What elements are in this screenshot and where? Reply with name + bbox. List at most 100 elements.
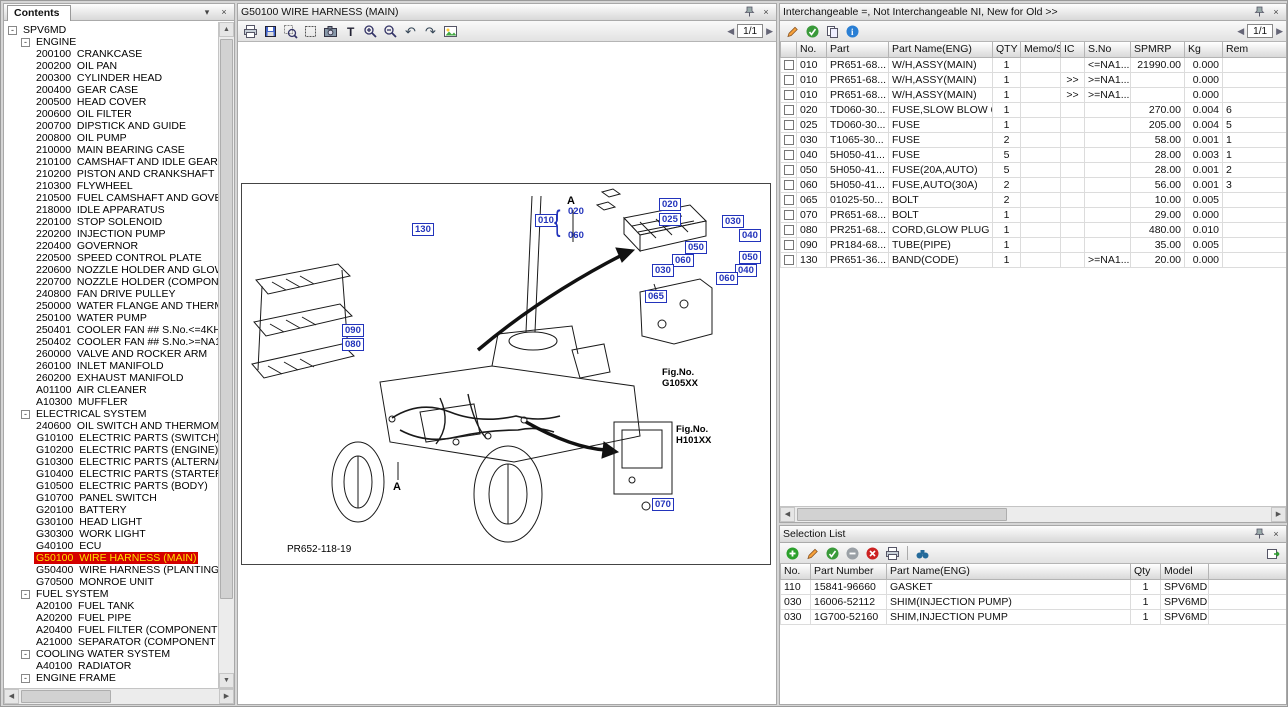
redo-button[interactable]: ↷ [421,22,440,40]
column-header[interactable]: No. [797,42,827,57]
tree-item[interactable]: G30300 WORK LIGHT [4,528,218,540]
scroll-up-button[interactable]: ▲ [219,22,234,37]
row-checkbox[interactable] [784,120,794,130]
parts-table-row[interactable]: 020TD060-30...FUSE,SLOW BLOW 60A1270.000… [781,102,1287,117]
tree-item[interactable]: 210500 FUEL CAMSHAFT AND GOVERNO [4,192,218,204]
callout-065[interactable]: 065 [645,290,667,303]
row-checkbox[interactable] [784,90,794,100]
tree-item[interactable]: 210100 CAMSHAFT AND IDLE GEAR SHA [4,156,218,168]
tree-item[interactable]: A01100 AIR CLEANER [4,384,218,396]
callout-060[interactable]: 060 [716,272,738,285]
column-header[interactable]: SPMRP [1131,42,1185,57]
callout-060[interactable]: 060 [672,254,694,267]
callout-070[interactable]: 070 [652,498,674,511]
tree-node[interactable]: -ENGINE [4,36,218,48]
tree-node[interactable]: -COOLING WATER SYSTEM [4,648,218,660]
column-header[interactable]: Kg [1185,42,1223,57]
tree-item[interactable]: A20200 FUEL PIPE [4,612,218,624]
copy-button[interactable] [823,22,842,40]
scroll-left-button[interactable]: ◀ [4,689,19,704]
tree-item[interactable]: 200300 CYLINDER HEAD [4,72,218,84]
tree-node[interactable]: -ELECTRICAL SYSTEM [4,408,218,420]
column-header[interactable]: Qty [1131,564,1161,579]
row-checkbox[interactable] [784,210,794,220]
scroll-left-button[interactable]: ◀ [780,507,795,522]
collapse-icon[interactable]: - [21,410,30,419]
callout-025[interactable]: 025 [659,213,681,226]
row-checkbox[interactable] [784,60,794,70]
callout-020[interactable]: 020 [659,198,681,211]
scroll-thumb[interactable] [797,508,1007,521]
tree-item[interactable]: 200600 OIL FILTER [4,108,218,120]
tree-item[interactable]: 200700 DIPSTICK AND GUIDE [4,120,218,132]
tree-node[interactable]: -ENGINE FRAME [4,672,218,684]
callout-030[interactable]: 030 [722,215,744,228]
tree-item[interactable]: G40100 ECU [4,540,218,552]
parts-table-row[interactable]: 070PR651-68...BOLT129.000.000 [781,207,1287,222]
chevron-down-icon[interactable]: ▾ [200,6,214,19]
find-button[interactable] [913,544,932,562]
next-page-button[interactable]: ▶ [1276,24,1283,38]
row-checkbox[interactable] [784,135,794,145]
parts-table-row[interactable]: 0605H050-41...FUSE,AUTO(30A)256.000.0013 [781,177,1287,192]
callout-040[interactable]: 040 [739,229,761,242]
export-button[interactable] [1264,544,1283,562]
text-button[interactable]: T [341,22,360,40]
pin-icon[interactable] [1252,528,1266,541]
tree-item[interactable]: G10400 ELECTRIC PARTS (STARTER CO [4,468,218,480]
print-button[interactable] [883,544,902,562]
scroll-track[interactable] [19,689,219,704]
contents-tab[interactable]: Contents [7,5,71,21]
pin-icon[interactable] [742,6,756,19]
apply-button[interactable] [803,22,822,40]
tree-item[interactable]: 240600 OIL SWITCH AND THERMOMETE [4,420,218,432]
prev-page-button[interactable]: ◀ [1237,24,1244,38]
tree-item[interactable]: 220600 NOZZLE HOLDER AND GLOW PL [4,264,218,276]
column-header[interactable]: Rem [1223,42,1287,57]
close-icon[interactable]: × [1269,528,1283,541]
select-button[interactable] [301,22,320,40]
column-header[interactable]: S.No [1085,42,1131,57]
column-header[interactable]: Part Name(ENG) [889,42,993,57]
tree-item[interactable]: 200200 OIL PAN [4,60,218,72]
tree-item[interactable]: A40100 RADIATOR [4,660,218,672]
tree-item[interactable]: 200800 OIL PUMP [4,132,218,144]
image-button[interactable] [441,22,460,40]
callout-080[interactable]: 080 [342,338,364,351]
scroll-thumb[interactable] [21,690,111,703]
column-header[interactable]: Part [827,42,889,57]
column-header[interactable]: Part Name(ENG) [887,564,1131,579]
tree-item[interactable]: 250100 WATER PUMP [4,312,218,324]
scroll-thumb[interactable] [220,39,233,599]
next-page-button[interactable]: ▶ [766,24,773,38]
tree-item[interactable]: G10100 ELECTRIC PARTS (SWITCH) [4,432,218,444]
edit-button[interactable] [803,544,822,562]
column-header[interactable]: Memo/S [1021,42,1061,57]
tree-item[interactable]: G10700 PANEL SWITCH [4,492,218,504]
remove-button[interactable] [843,544,862,562]
scroll-down-button[interactable]: ▼ [219,673,234,688]
parts-table-row[interactable]: 010PR651-68...W/H,ASSY(MAIN)1>>>=NA1...0… [781,72,1287,87]
add-button[interactable] [783,544,802,562]
tree-item[interactable]: 200100 CRANKCASE [4,48,218,60]
parts-table-row[interactable]: 090PR184-68...TUBE(PIPE)135.000.005 [781,237,1287,252]
callout-050[interactable]: 050 [685,241,707,254]
tree-item[interactable]: 250000 WATER FLANGE AND THERMOST [4,300,218,312]
capture-button[interactable] [321,22,340,40]
scroll-right-button[interactable]: ▶ [219,689,234,704]
tree-item[interactable]: A10300 MUFFLER [4,396,218,408]
tree-vertical-scrollbar[interactable]: ▲ ▼ [218,22,234,688]
callout-090[interactable]: 090 [342,324,364,337]
row-checkbox[interactable] [784,75,794,85]
tree-item[interactable]: 240800 FAN DRIVE PULLEY [4,288,218,300]
tree-item[interactable]: A20100 FUEL TANK [4,600,218,612]
pin-icon[interactable] [1252,6,1266,19]
tree-item[interactable]: G10300 ELECTRIC PARTS (ALTERNATOR [4,456,218,468]
zoom-in-button[interactable] [361,22,380,40]
close-icon[interactable]: × [217,6,231,19]
collapse-icon[interactable]: - [8,26,17,35]
row-checkbox[interactable] [784,150,794,160]
tree-item[interactable]: 220500 SPEED CONTROL PLATE [4,252,218,264]
collapse-icon[interactable]: - [21,38,30,47]
parts-horizontal-scrollbar[interactable]: ◀ ▶ [780,506,1286,522]
